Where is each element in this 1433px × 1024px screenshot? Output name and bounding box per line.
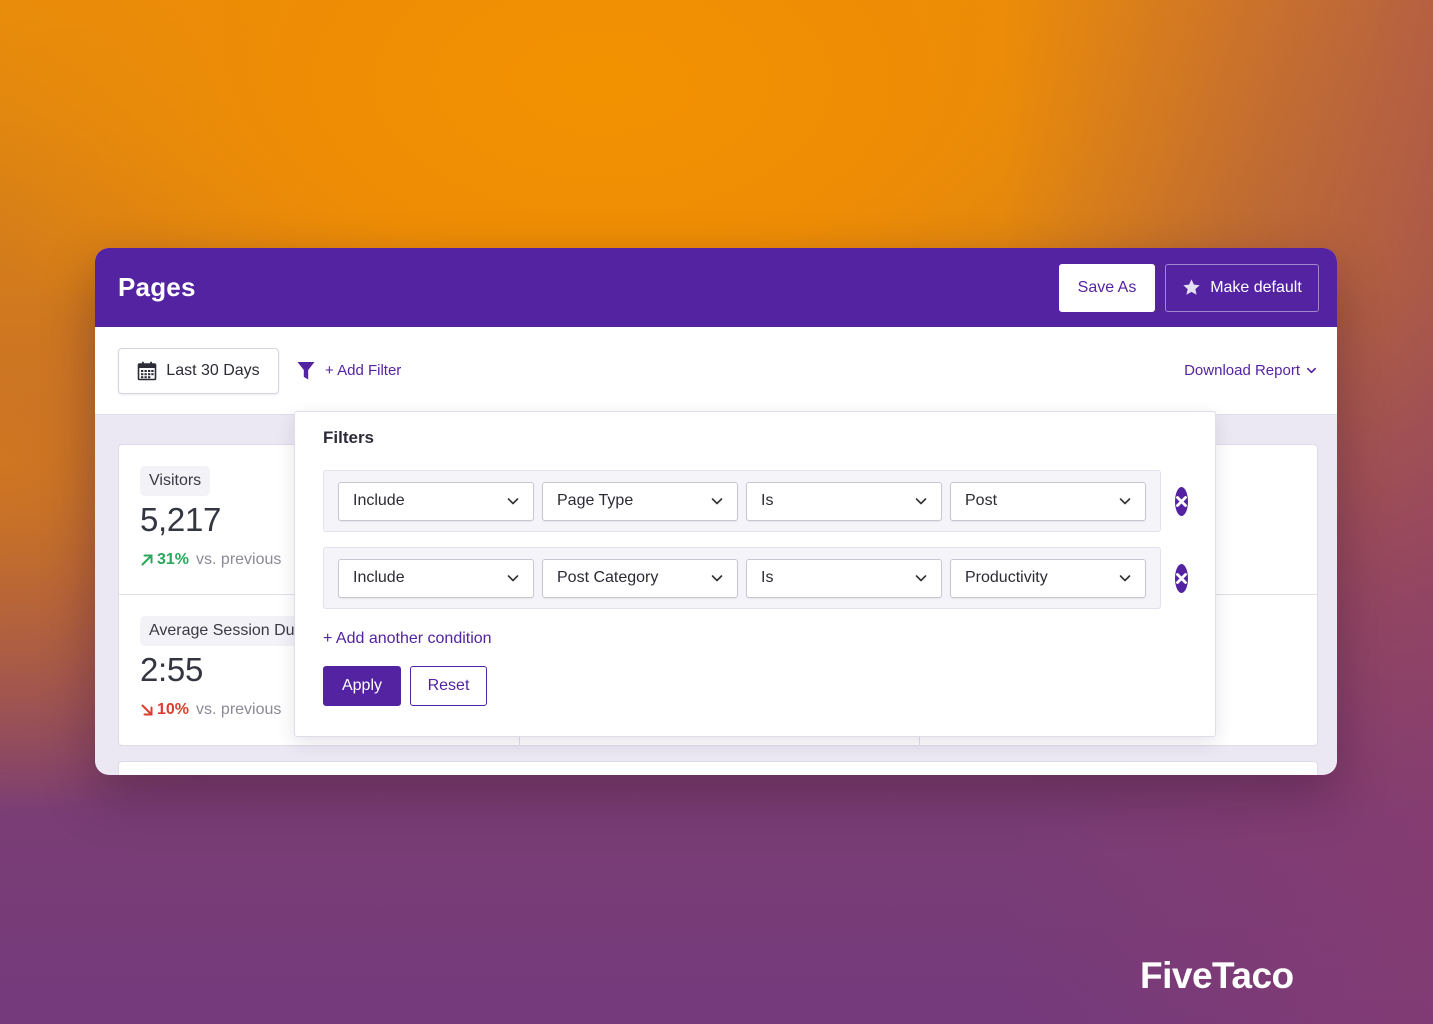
value-select[interactable]: Post: [950, 481, 1146, 521]
value-select[interactable]: Productivity: [950, 558, 1146, 598]
app-window: Pages Save As Make default Last 30 Days …: [95, 248, 1337, 775]
value-value: Post: [965, 492, 998, 509]
filter-conditions: Include Page Type Is Post Include Post C…: [323, 470, 1188, 609]
field-select[interactable]: Page Type: [542, 481, 738, 521]
comparison-label: vs. previous: [196, 551, 282, 568]
change-down: 10%: [140, 701, 189, 719]
page-title: Pages: [118, 272, 196, 302]
remove-condition-button[interactable]: [1175, 563, 1188, 593]
chevron-down-icon: [1119, 575, 1131, 582]
filters-panel: Filters Include Page Type Is Post Includ…: [294, 411, 1216, 737]
comparison-label: vs. previous: [196, 701, 282, 718]
add-condition-link[interactable]: + Add another condition: [323, 630, 492, 648]
stat-label: Visitors: [140, 466, 211, 496]
chevron-down-icon: [915, 498, 927, 505]
content-area: Visitors 5,217 31% vs. previous Average …: [95, 411, 1337, 775]
page-header: Pages Save As Make default: [95, 248, 1337, 327]
save-as-button[interactable]: Save As: [1059, 263, 1155, 312]
operator-value: Is: [761, 492, 774, 509]
value-value: Productivity: [965, 569, 1048, 586]
make-default-label: Make default: [1210, 278, 1302, 296]
mode-value: Include: [353, 569, 405, 586]
brand-watermark: FiveTaco: [1140, 955, 1294, 996]
funnel-icon: [297, 361, 315, 379]
operator-select[interactable]: Is: [746, 481, 942, 521]
date-range-label: Last 30 Days: [166, 361, 260, 379]
field-value: Post Category: [557, 569, 659, 586]
chevron-down-icon: [1307, 367, 1316, 374]
mode-select[interactable]: Include: [338, 558, 534, 598]
condition-box: Include Post Category Is Productivity: [323, 547, 1161, 609]
calendar-icon: [137, 361, 157, 380]
add-filter-label: + Add Filter: [325, 362, 402, 379]
star-icon: [1183, 279, 1200, 295]
reset-button[interactable]: Reset: [410, 666, 487, 706]
change-value: 10%: [157, 701, 190, 718]
close-icon: [1176, 572, 1187, 584]
download-report-dropdown[interactable]: Download Report: [1184, 362, 1317, 379]
change-up: 31%: [140, 551, 189, 569]
date-range-button[interactable]: Last 30 Days: [118, 347, 279, 394]
chevron-down-icon: [1119, 498, 1131, 505]
panel-actions: Apply Reset: [323, 666, 1187, 706]
mode-value: Include: [353, 492, 405, 509]
chevron-down-icon: [711, 498, 723, 505]
operator-value: Is: [761, 569, 774, 586]
arrow-up-right-icon: [141, 554, 153, 566]
chevron-down-icon: [507, 498, 519, 505]
close-icon: [1176, 495, 1187, 507]
next-card: [118, 761, 1318, 775]
make-default-button[interactable]: Make default: [1165, 263, 1319, 312]
chevron-down-icon: [915, 575, 927, 582]
download-report-label: Download Report: [1184, 362, 1300, 379]
field-select[interactable]: Post Category: [542, 558, 738, 598]
header-actions: Save As Make default: [1059, 263, 1319, 312]
filter-condition: Include Post Category Is Productivity: [323, 547, 1188, 609]
apply-button[interactable]: Apply: [323, 666, 401, 706]
remove-condition-button[interactable]: [1175, 486, 1188, 516]
filters-title: Filters: [323, 428, 375, 447]
condition-box: Include Page Type Is Post: [323, 470, 1161, 532]
add-filter-button[interactable]: + Add Filter: [297, 361, 401, 381]
field-value: Page Type: [557, 492, 634, 509]
mode-select[interactable]: Include: [338, 481, 534, 521]
toolbar: Last 30 Days + Add Filter Download Repor…: [95, 327, 1337, 415]
chevron-down-icon: [507, 575, 519, 582]
chevron-down-icon: [711, 575, 723, 582]
operator-select[interactable]: Is: [746, 558, 942, 598]
change-value: 31%: [157, 551, 190, 568]
filter-condition: Include Page Type Is Post: [323, 470, 1188, 532]
arrow-down-right-icon: [141, 704, 153, 716]
